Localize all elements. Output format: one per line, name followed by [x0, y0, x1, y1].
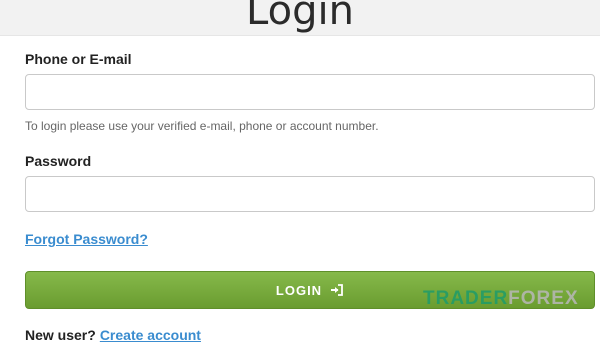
traderforex-watermark: TRADERFOREX — [423, 288, 579, 310]
new-user-text: New user? — [25, 327, 96, 343]
page-title: Login — [246, 0, 354, 34]
password-input[interactable] — [25, 176, 595, 212]
create-account-link[interactable]: Create account — [100, 327, 201, 343]
phone-email-label: Phone or E-mail — [25, 51, 132, 67]
password-label: Password — [25, 153, 92, 169]
phone-email-input[interactable] — [25, 74, 595, 110]
watermark-part-trader: TRADER — [423, 288, 509, 309]
forgot-password-link[interactable]: Forgot Password? — [25, 231, 148, 247]
login-button-label: LOGIN — [275, 282, 323, 298]
sign-in-icon — [330, 283, 344, 297]
new-user-row: New user? Create account — [25, 327, 201, 343]
phone-email-hint: To login please use your verified e-mail… — [25, 119, 379, 133]
watermark-part-forex: FOREX — [508, 288, 579, 309]
